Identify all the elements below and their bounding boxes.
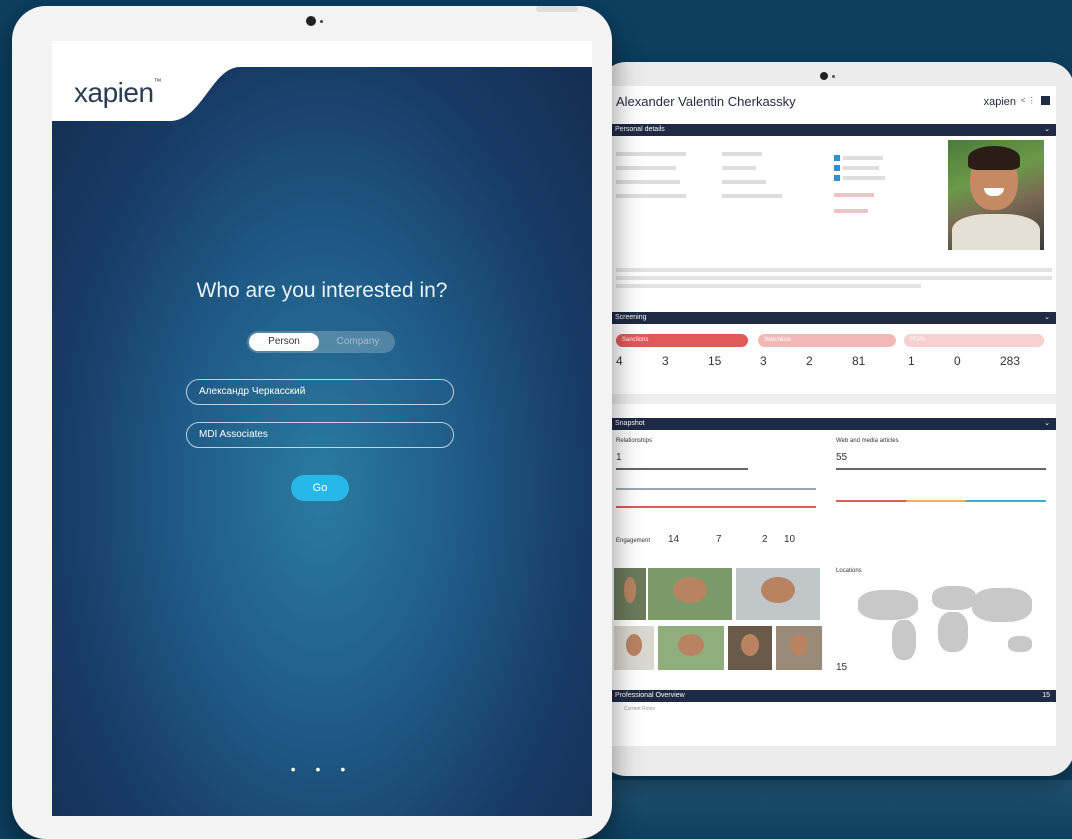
social-link[interactable] (834, 175, 934, 181)
social-links (834, 142, 934, 213)
details-col-2 (722, 142, 812, 198)
social-link[interactable] (834, 155, 934, 161)
screening-note (612, 394, 1056, 404)
camera-icon (306, 16, 316, 26)
world-map[interactable] (848, 580, 1038, 670)
report-logo: xapien (983, 96, 1016, 108)
report-header: Alexander Valentin Cherkassky xapien < ⋮ (612, 86, 1056, 124)
snapshot-panel: Relationships 1 Engagement 14 7 2 10 Web… (612, 430, 1056, 690)
organisation-input[interactable]: MDI Associates (186, 422, 454, 448)
count: 3 (760, 354, 767, 368)
relationships-sub-bar (616, 488, 816, 490)
section-title: Snapshot (615, 420, 645, 427)
relationships-bar (616, 468, 748, 470)
engagement-value: 14 (668, 534, 680, 545)
web-articles-bar (836, 468, 1046, 470)
sentiment-bar-mid (906, 500, 966, 502)
chevron-down-icon[interactable]: ⌄ (1044, 124, 1050, 136)
media-thumbnail[interactable] (614, 568, 646, 620)
grid-icon[interactable] (1041, 96, 1050, 106)
entity-type-toggle[interactable]: Person Company (247, 331, 395, 353)
prof-count: 15 (1042, 692, 1050, 699)
media-thumbnail[interactable] (658, 626, 724, 670)
search-question: Who are you interested in? (196, 279, 448, 302)
details-col-1 (616, 142, 706, 198)
personal-details (612, 136, 1056, 262)
chevron-down-icon[interactable]: ⌄ (1044, 418, 1050, 430)
engagement-label: Engagement (616, 538, 651, 544)
power-button (536, 6, 578, 12)
chevron-down-icon[interactable]: ⌄ (1044, 312, 1050, 324)
count: 15 (708, 354, 722, 368)
media-thumbnail[interactable] (736, 568, 820, 620)
media-thumbnail[interactable] (648, 568, 732, 620)
sentiment-bar-neg (836, 500, 906, 502)
more-link[interactable] (834, 209, 934, 213)
search-screen: xapien™ Who are you interested in? Perso… (52, 41, 592, 816)
peps-counts: 1 0 283 (908, 354, 1046, 368)
share-icon[interactable]: < (1021, 96, 1026, 105)
sensor-icon (832, 75, 835, 78)
watchlists-pill[interactable]: Watchlists (758, 334, 896, 347)
toggle-company[interactable]: Company (323, 333, 393, 351)
count: 3 (662, 354, 669, 368)
go-button[interactable]: Go (291, 475, 349, 501)
subject-photo (948, 140, 1044, 250)
sentiment-bar-pos (966, 500, 1046, 502)
web-articles-label: Web and media articles (836, 438, 899, 444)
professional-overview-header[interactable]: Professional Overview 15 (612, 690, 1056, 702)
name-input[interactable]: Александр Черкасский (186, 379, 454, 405)
subject-bio (612, 262, 1056, 312)
engagement-value: 7 (716, 534, 722, 545)
count: 0 (954, 354, 961, 368)
more-link[interactable] (834, 193, 934, 197)
screening-header[interactable]: Screening ⌄ (612, 312, 1056, 324)
locations-count: 15 (836, 662, 848, 673)
tablet-reflection (600, 780, 1072, 839)
section-title: Personal details (615, 126, 665, 133)
xapien-logo: xapien™ (74, 77, 162, 108)
report-subtitle (616, 112, 1050, 117)
peps-pill[interactable]: PEPs (904, 334, 1044, 347)
loading-dots: • • • (290, 761, 354, 777)
sensor-icon (320, 20, 323, 23)
risk-bar (616, 506, 816, 508)
social-link[interactable] (834, 165, 934, 171)
engagement-value: 10 (784, 534, 796, 545)
count: 81 (852, 354, 866, 368)
locations-label: Locations (836, 568, 862, 574)
count: 1 (908, 354, 915, 368)
sanctions-counts: 4 3 15 (616, 354, 754, 368)
menu-icon[interactable]: ⋮ (1028, 96, 1036, 105)
camera-icon (820, 72, 828, 80)
report-screen: Alexander Valentin Cherkassky xapien < ⋮… (612, 86, 1056, 746)
count: 2 (806, 354, 813, 368)
snapshot-header[interactable]: Snapshot ⌄ (612, 418, 1056, 430)
personal-details-header[interactable]: Personal details ⌄ (612, 124, 1056, 136)
relationships-count: 1 (616, 452, 622, 463)
section-title: Screening (615, 314, 647, 321)
sanctions-pill[interactable]: Sanctions (616, 334, 748, 347)
toggle-person[interactable]: Person (249, 333, 319, 351)
current-roles-label: Current Roles (624, 706, 655, 712)
media-thumbnail[interactable] (614, 626, 654, 670)
relationships-label: Relationships (616, 438, 653, 444)
screening-panel: Sanctions Watchlists PEPs 4 3 15 3 2 81 … (612, 324, 1056, 418)
web-articles-count: 55 (836, 452, 848, 463)
section-title: Professional Overview (615, 692, 685, 699)
watchlists-counts: 3 2 81 (760, 354, 898, 368)
report-toolbar[interactable]: < ⋮ (1021, 96, 1050, 106)
media-thumbnail[interactable] (776, 626, 822, 670)
engagement-value: 2 (762, 534, 768, 545)
search-tablet: xapien™ Who are you interested in? Perso… (12, 6, 612, 839)
media-thumbnail[interactable] (728, 626, 772, 670)
count: 283 (1000, 354, 1021, 368)
count: 4 (616, 354, 623, 368)
